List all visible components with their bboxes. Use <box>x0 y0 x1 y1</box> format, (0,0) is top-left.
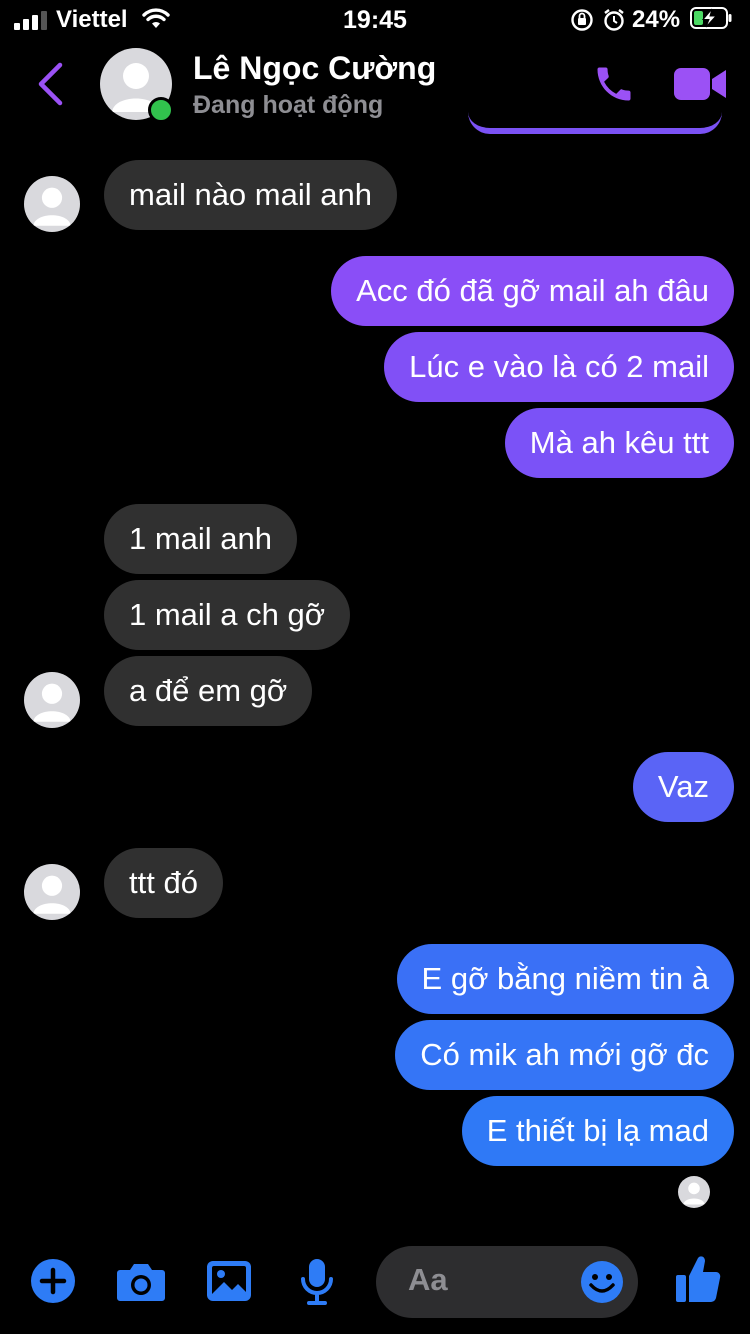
previous-message-bubble-edge <box>468 104 722 134</box>
contact-name[interactable]: Lê Ngọc Cường <box>193 50 436 87</box>
plus-icon[interactable] <box>30 1258 76 1304</box>
outgoing-message[interactable]: Lúc e vào là có 2 mail <box>384 332 734 402</box>
outgoing-message[interactable]: Acc đó đã gỡ mail ah đâu <box>331 256 734 326</box>
battery-charging-icon <box>690 7 732 29</box>
default-avatar-icon <box>33 875 71 914</box>
default-avatar-icon <box>683 1182 705 1205</box>
phone-call-icon[interactable] <box>592 62 636 106</box>
incoming-message[interactable]: 1 mail a ch gỡ <box>104 580 351 650</box>
microphone-icon[interactable] <box>300 1258 334 1306</box>
incoming-message[interactable]: ttt đó <box>104 848 223 918</box>
outgoing-message[interactable]: E thiết bị lạ mad <box>461 1096 734 1166</box>
outgoing-message[interactable]: Có mik ah mới gỡ đc <box>395 1020 734 1090</box>
message-input-placeholder[interactable]: Aa <box>408 1262 448 1298</box>
default-avatar-icon <box>33 187 71 226</box>
incoming-message[interactable]: a để em gỡ <box>104 656 313 726</box>
battery-percent: 24% <box>632 6 681 33</box>
seen-avatar <box>678 1176 710 1208</box>
default-avatar-icon <box>33 683 71 722</box>
rotation-lock-icon <box>571 9 593 31</box>
thumbs-up-icon[interactable] <box>674 1254 722 1304</box>
camera-icon[interactable] <box>116 1262 166 1302</box>
sender-avatar[interactable] <box>24 672 80 728</box>
status-bar: Viettel 19:45 24% <box>0 0 750 40</box>
incoming-message[interactable]: mail nào mail anh <box>104 160 397 230</box>
alarm-icon <box>604 9 624 31</box>
video-call-icon[interactable] <box>674 64 728 104</box>
outgoing-message[interactable]: E gỡ bằng niềm tin à <box>396 944 734 1014</box>
incoming-message[interactable]: 1 mail anh <box>104 504 298 574</box>
sender-avatar[interactable] <box>24 176 80 232</box>
online-indicator <box>148 97 174 123</box>
emoji-icon[interactable] <box>580 1260 624 1304</box>
image-icon[interactable] <box>206 1260 252 1302</box>
outgoing-message[interactable]: Vaz <box>632 752 734 822</box>
back-chevron-icon[interactable] <box>36 62 64 106</box>
presence-status: Đang hoạt động <box>193 91 384 119</box>
sender-avatar[interactable] <box>24 864 80 920</box>
outgoing-message[interactable]: Mà ah kêu ttt <box>504 408 734 478</box>
